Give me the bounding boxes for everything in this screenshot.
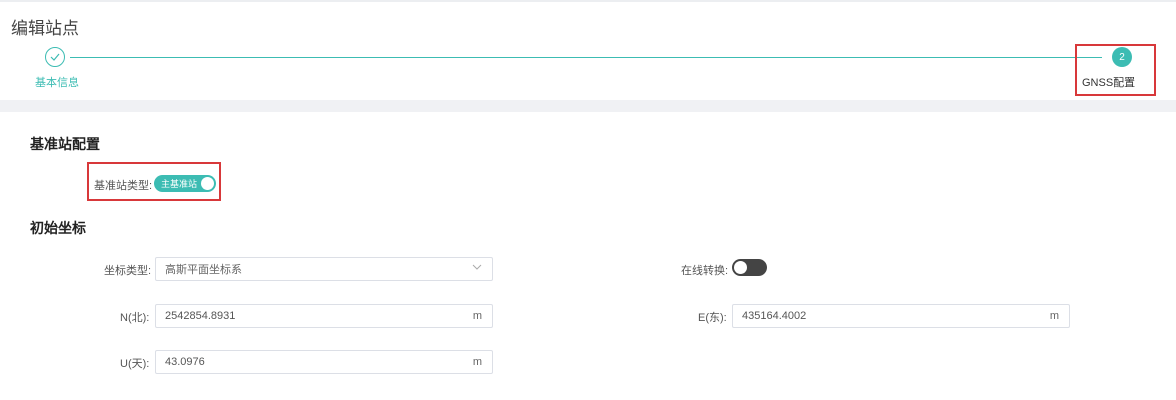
coord-type-select[interactable]: 高斯平面坐标系 — [155, 257, 493, 281]
page-title: 编辑站点 — [11, 19, 79, 38]
up-value: 43.0976 — [165, 356, 205, 368]
toggle-knob — [734, 261, 747, 274]
step-connector-line — [70, 57, 1102, 58]
check-icon — [50, 48, 60, 66]
online-convert-toggle[interactable] — [732, 259, 767, 276]
initial-coords-section-title: 初始坐标 — [30, 220, 86, 236]
highlight-box-step-2 — [1075, 44, 1156, 96]
step-1-label[interactable]: 基本信息 — [35, 74, 79, 90]
chevron-down-icon — [472, 262, 482, 275]
east-unit: m — [1049, 310, 1059, 322]
up-input[interactable]: 43.0976 m — [155, 350, 493, 374]
north-value: 2542854.8931 — [165, 310, 236, 322]
up-label: U(天): — [120, 358, 150, 370]
base-station-section-title: 基准站配置 — [30, 136, 100, 152]
east-label: E(东): — [698, 312, 727, 324]
highlight-box-station-type — [87, 162, 221, 201]
section-separator — [0, 100, 1176, 112]
east-value: 435164.4002 — [742, 310, 807, 322]
east-input[interactable]: 435164.4002 m — [732, 304, 1070, 328]
coord-type-value: 高斯平面坐标系 — [165, 264, 242, 276]
coord-type-label: 坐标类型: — [104, 265, 152, 277]
up-unit: m — [472, 356, 482, 368]
north-unit: m — [472, 310, 482, 322]
top-divider — [0, 0, 1176, 2]
north-input[interactable]: 2542854.8931 m — [155, 304, 493, 328]
north-label: N(北): — [120, 312, 150, 324]
online-convert-label: 在线转换: — [681, 265, 729, 277]
step-1-circle[interactable] — [45, 47, 65, 67]
